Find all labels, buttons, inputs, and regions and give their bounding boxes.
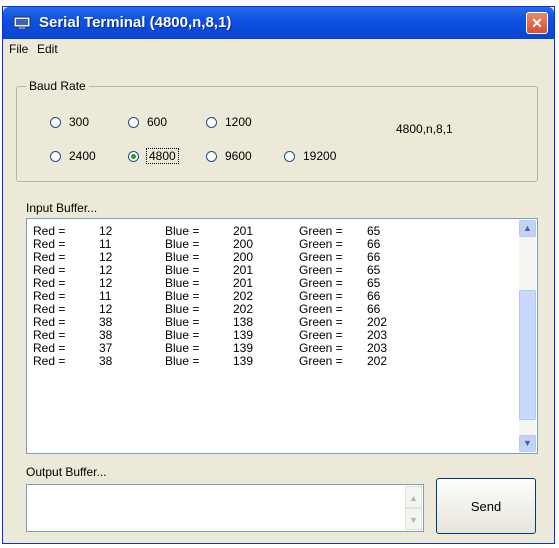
radio-indicator — [128, 116, 139, 128]
radio-label: 9600 — [225, 149, 252, 163]
output-scrollbar[interactable]: ▲ ▼ — [405, 486, 422, 530]
radio-indicator-selected — [128, 150, 139, 162]
scroll-up-button[interactable]: ▲ — [519, 220, 536, 237]
radio-indicator — [50, 150, 61, 162]
red-value: 38 — [99, 354, 113, 368]
blue-value: 139 — [233, 354, 254, 368]
radio-baud-2400[interactable]: 2400 — [50, 148, 96, 164]
menu-bar: File Edit — [3, 39, 554, 59]
radio-label: 4800 — [146, 148, 179, 164]
baud-rate-group — [16, 86, 538, 182]
baud-rate-group-label: Baud Rate — [26, 79, 89, 93]
menu-edit[interactable]: Edit — [37, 42, 58, 56]
radio-label: 600 — [147, 115, 168, 129]
radio-indicator — [284, 150, 295, 162]
scroll-up-arrow-icon: ▲ — [409, 493, 418, 503]
input-scrollbar[interactable]: ▲ ▼ — [519, 220, 536, 452]
output-buffer-label: Output Buffer... — [26, 465, 107, 479]
radio-baud-19200[interactable]: 19200 — [284, 148, 336, 164]
radio-baud-600[interactable]: 600 — [128, 114, 167, 130]
radio-baud-9600[interactable]: 9600 — [206, 148, 252, 164]
radio-label: 2400 — [69, 149, 96, 163]
scroll-down-button[interactable]: ▼ — [519, 435, 536, 452]
output-scroll-up[interactable]: ▲ — [405, 486, 422, 508]
radio-baud-300[interactable]: 300 — [50, 114, 89, 130]
radio-baud-1200[interactable]: 1200 — [206, 114, 252, 130]
green-value: 202 — [367, 354, 388, 368]
radio-indicator — [50, 116, 61, 128]
send-button[interactable]: Send — [436, 478, 536, 534]
radio-label: 1200 — [225, 115, 252, 129]
port-config-label: 4800,n,8,1 — [396, 122, 453, 136]
window-title: Serial Terminal (4800,n,8,1) — [39, 14, 232, 31]
title-bar[interactable]: Serial Terminal (4800,n,8,1) ✕ — [3, 7, 554, 39]
scroll-down-arrow-icon: ▼ — [409, 515, 418, 525]
red-label: Red = — [33, 354, 66, 368]
serial-terminal-icon — [13, 16, 31, 29]
output-buffer-field[interactable]: ▲ ▼ — [26, 484, 424, 532]
green-label: Green = — [299, 354, 343, 368]
close-icon: ✕ — [531, 15, 543, 31]
radio-label: 19200 — [303, 149, 337, 163]
radio-baud-4800[interactable]: 4800 — [128, 148, 179, 164]
radio-label: 300 — [69, 115, 90, 129]
input-buffer-label: Input Buffer... — [26, 201, 98, 215]
scroll-up-arrow-icon: ▲ — [523, 223, 532, 233]
scrollbar-thumb[interactable] — [519, 290, 536, 420]
blue-label: Blue = — [165, 354, 200, 368]
scroll-down-arrow-icon: ▼ — [523, 438, 532, 448]
output-scroll-down[interactable]: ▼ — [405, 508, 422, 530]
radio-indicator — [206, 150, 217, 162]
input-buffer[interactable]: Red = 12 Blue = 201 Green = 65 Red = 11 Blue = 20… — [26, 218, 538, 454]
close-button[interactable]: ✕ — [526, 12, 548, 34]
radio-indicator — [206, 116, 217, 128]
menu-file[interactable]: File — [9, 42, 28, 56]
